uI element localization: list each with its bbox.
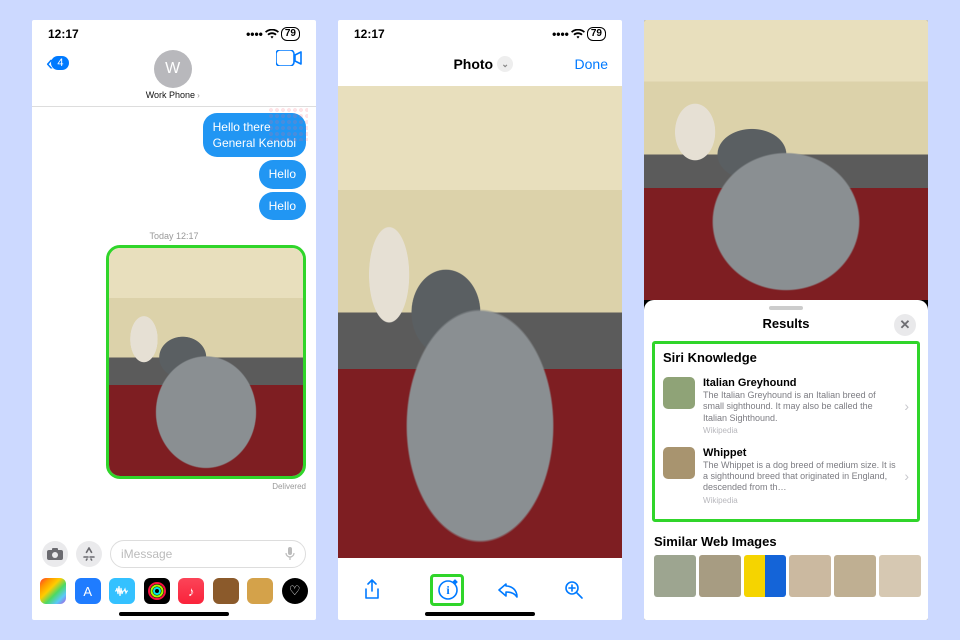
similar-image[interactable] — [879, 555, 921, 597]
home-indicator[interactable] — [425, 612, 535, 616]
result-desc: The Italian Greyhound is an Italian bree… — [703, 390, 896, 424]
sheet-header: Results ✕ — [644, 312, 928, 341]
cellular-icon: •••• — [552, 27, 569, 41]
app-store-app-icon[interactable]: A — [75, 578, 101, 604]
placeholder: iMessage — [121, 547, 172, 561]
facetime-button[interactable] — [276, 50, 302, 66]
message-bubble[interactable]: Hello — [259, 192, 306, 220]
similar-section-title: Similar Web Images — [654, 534, 918, 549]
result-title: Whippet — [703, 447, 896, 459]
similar-strip[interactable] — [654, 555, 918, 597]
status-time: 12:17 — [48, 27, 79, 41]
memoji-app-icon-2[interactable] — [247, 578, 273, 604]
chevron-right-icon: › — [904, 468, 909, 484]
memoji-app-icon-1[interactable] — [213, 578, 239, 604]
status-bar: 12:17 •••• 79 — [32, 20, 316, 48]
similar-image[interactable] — [834, 555, 876, 597]
share-button[interactable] — [363, 579, 397, 601]
viewer-toolbar: i — [338, 564, 622, 612]
status-right: •••• 79 — [246, 27, 300, 41]
dog-photo — [338, 86, 622, 558]
delivered-label: Delivered — [272, 482, 306, 491]
status-time: 12:17 — [354, 27, 385, 41]
avatar-initial: W — [165, 60, 180, 78]
svg-text:i: i — [446, 583, 450, 597]
message-bubble[interactable]: Hello — [259, 160, 306, 188]
mic-icon[interactable] — [285, 547, 295, 561]
battery-level: 79 — [587, 27, 606, 41]
home-indicator[interactable] — [119, 612, 229, 616]
zoom-button[interactable] — [564, 580, 598, 600]
message-input[interactable]: iMessage — [110, 540, 306, 568]
done-button[interactable]: Done — [575, 56, 608, 72]
back-badge: 4 — [51, 56, 69, 70]
photo-title-dropdown[interactable]: Photo ⌄ — [453, 56, 513, 72]
status-bar: 12:17 •••• 79 — [338, 20, 622, 48]
back-button[interactable]: ‹ 4 — [46, 50, 69, 76]
info-lookup-button[interactable]: i — [430, 574, 464, 606]
wifi-icon — [265, 29, 279, 39]
audio-app-icon[interactable] — [109, 578, 135, 604]
dog-photo — [109, 248, 303, 476]
similar-image[interactable] — [789, 555, 831, 597]
close-button[interactable]: ✕ — [894, 314, 916, 336]
app-store-button[interactable] — [76, 541, 102, 567]
reply-button[interactable] — [497, 581, 531, 599]
cellular-icon: •••• — [246, 27, 263, 41]
chevron-down-icon: ⌄ — [497, 56, 513, 72]
contact-header[interactable]: W Work Phone › — [146, 50, 200, 100]
input-bar: iMessage — [32, 534, 316, 574]
result-source: Wikipedia — [703, 496, 896, 505]
result-row[interactable]: Italian Greyhound The Italian Greyhound … — [663, 371, 909, 441]
photos-app-icon[interactable] — [40, 578, 66, 604]
similar-image[interactable] — [699, 555, 741, 597]
siri-knowledge-section: Siri Knowledge Italian Greyhound The Ita… — [652, 341, 920, 522]
dog-photo — [644, 20, 928, 300]
chevron-right-icon: › — [197, 91, 200, 100]
result-row[interactable]: Whippet The Whippet is a dog breed of me… — [663, 441, 909, 511]
siri-section-title: Siri Knowledge — [663, 350, 909, 365]
photo-viewer-screen: 12:17 •••• 79 Photo ⌄ Done — [338, 20, 622, 620]
app-dock[interactable]: A ♪ ♡ — [32, 574, 316, 612]
chevron-right-icon: › — [904, 398, 909, 414]
contact-name: Work Phone — [146, 90, 195, 100]
status-right: •••• 79 — [552, 27, 606, 41]
camera-button[interactable] — [42, 541, 68, 567]
avatar: W — [154, 50, 192, 88]
photo-full[interactable] — [338, 86, 622, 558]
timestamp: Today 12:17 — [42, 231, 306, 241]
sheet-grabber[interactable] — [769, 306, 803, 310]
digital-touch-icon[interactable]: ♡ — [282, 578, 308, 604]
viewer-header: Photo ⌄ Done — [338, 48, 622, 80]
visual-lookup-screen: Results ✕ Siri Knowledge Italian Greyhou… — [644, 20, 928, 620]
result-source: Wikipedia — [703, 426, 896, 435]
close-icon: ✕ — [900, 317, 911, 333]
result-title: Italian Greyhound — [703, 377, 896, 389]
photo-title: Photo — [453, 56, 493, 72]
wifi-icon — [571, 29, 585, 39]
messages-body[interactable]: Hello there General Kenobi Hello Hello T… — [32, 107, 316, 534]
messages-header: ‹ 4 W Work Phone › — [32, 48, 316, 107]
sheet-title: Results — [763, 316, 810, 331]
photo-backdrop[interactable] — [644, 20, 928, 300]
result-desc: The Whippet is a dog breed of medium siz… — [703, 460, 896, 494]
similar-image[interactable] — [654, 555, 696, 597]
photo-message[interactable] — [106, 245, 306, 479]
music-app-icon[interactable]: ♪ — [178, 578, 204, 604]
result-thumb — [663, 447, 695, 479]
similar-images-section: Similar Web Images — [644, 522, 928, 597]
confetti-effect — [268, 107, 308, 141]
results-sheet[interactable]: Results ✕ Siri Knowledge Italian Greyhou… — [644, 300, 928, 620]
fitness-app-icon[interactable] — [144, 578, 170, 604]
messages-screen: 12:17 •••• 79 ‹ 4 W Work Phone › — [32, 20, 316, 620]
result-thumb — [663, 377, 695, 409]
battery-level: 79 — [281, 27, 300, 41]
similar-image[interactable] — [744, 555, 786, 597]
